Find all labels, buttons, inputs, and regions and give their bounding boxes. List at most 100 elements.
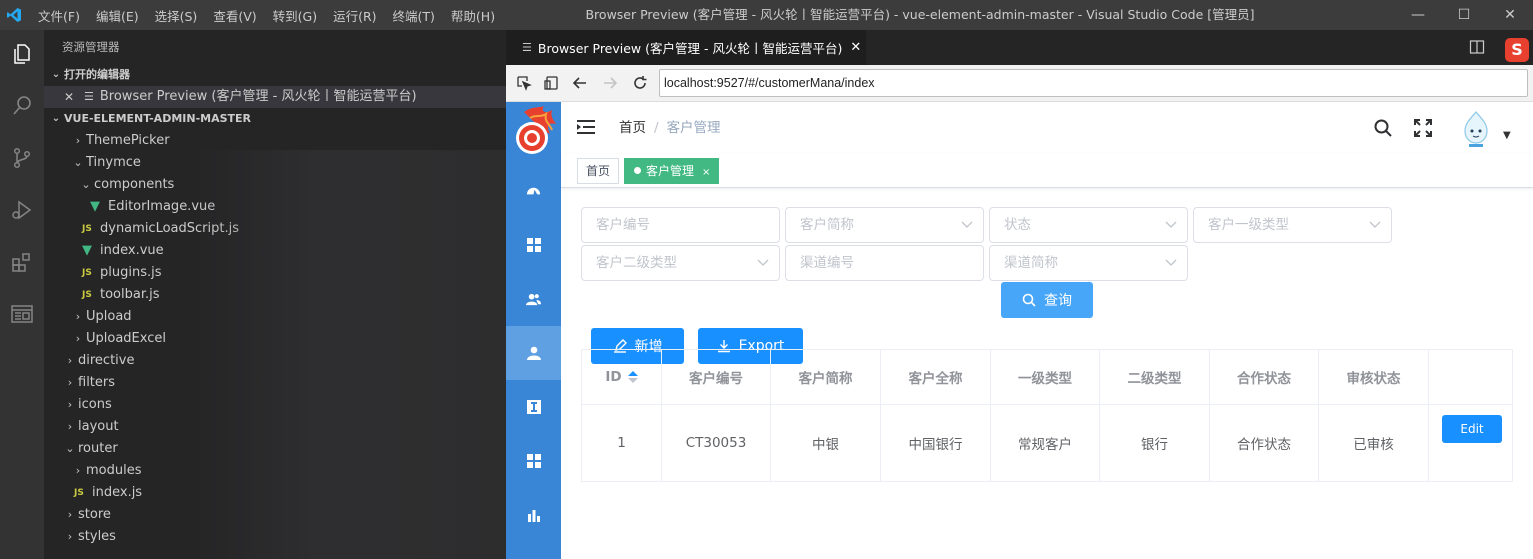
close-window-button[interactable]: ✕ — [1487, 0, 1533, 30]
device-emulation-icon[interactable] — [542, 73, 562, 93]
editor-tab-browser-preview[interactable]: ☰ Browser Preview (客户管理 - 风火轮丨智能运营平台) ✕ — [506, 30, 866, 65]
tree-item[interactable]: › UploadExcel — [44, 328, 506, 350]
tree-item-label: directive — [78, 353, 135, 368]
sort-icon[interactable] — [627, 371, 638, 383]
reload-icon[interactable] — [630, 73, 650, 93]
close-icon[interactable]: ✕ — [850, 40, 861, 55]
menu-help[interactable]: 帮助(H) — [443, 6, 503, 25]
tree-item[interactable]: › layout — [44, 416, 506, 438]
chevron-down-icon — [757, 259, 769, 266]
avatar[interactable] — [1459, 110, 1493, 148]
tree-item[interactable]: ⌄ Tinymce — [44, 152, 506, 174]
bar-chart-icon — [527, 510, 540, 522]
chevron-right-icon: › — [75, 310, 81, 323]
fenghuolun-logo-icon[interactable] — [510, 104, 558, 160]
run-debug-icon[interactable] — [6, 194, 38, 226]
type2-select[interactable]: 客户二级类型 — [581, 245, 780, 281]
tree-item[interactable]: JS plugins.js — [44, 262, 506, 284]
menu-go[interactable]: 转到(G) — [265, 6, 325, 25]
menu-terminal[interactable]: 终端(T) — [385, 6, 443, 25]
chevron-down-icon: ⌄ — [65, 442, 75, 455]
tree-item[interactable]: JS toolbar.js — [44, 284, 506, 306]
project-header[interactable]: ⌄ VUE-ELEMENT-ADMIN-MASTER — [44, 108, 506, 130]
status-select[interactable]: 状态 — [989, 207, 1188, 243]
search-icon[interactable] — [6, 90, 38, 122]
open-editors-header[interactable]: ⌄ 打开的编辑器 — [44, 64, 506, 86]
nav-modules[interactable] — [506, 434, 561, 488]
tree-item[interactable]: › modules — [44, 460, 506, 482]
tree-item[interactable]: ▼ EditorImage.vue — [44, 196, 506, 218]
tree-item[interactable]: › ThemePicker — [44, 130, 506, 152]
explorer-icon[interactable] — [6, 38, 38, 70]
nav-users-group[interactable] — [506, 272, 561, 326]
tree-item[interactable]: JS dynamicLoadScript.js — [44, 218, 506, 240]
tree-item[interactable]: ▼ index.vue — [44, 240, 506, 262]
js-file-icon: JS — [74, 488, 84, 498]
nav-customer-management[interactable] — [506, 326, 561, 380]
source-control-icon[interactable] — [6, 142, 38, 174]
tree-item[interactable]: › filters — [44, 372, 506, 394]
sogou-ime-icon[interactable]: S — [1505, 38, 1529, 62]
close-icon[interactable]: × — [702, 167, 710, 178]
tree-item[interactable]: › store — [44, 504, 506, 526]
people-icon — [526, 293, 541, 305]
chevron-down-icon: ⌄ — [73, 156, 83, 169]
caret-down-icon[interactable]: ▼ — [1503, 130, 1511, 141]
channel-code-input[interactable]: 渠道编号 — [785, 245, 984, 281]
vue-file-icon: ▼ — [82, 243, 92, 258]
active-dot-icon — [634, 167, 641, 174]
cell-customer-full: 中国银行 — [881, 405, 991, 481]
fullscreen-icon[interactable] — [1413, 118, 1433, 138]
minimize-button[interactable]: — — [1395, 0, 1441, 30]
tree-item[interactable]: ⌄ router — [44, 438, 506, 460]
forward-arrow-icon[interactable] — [600, 73, 620, 93]
tag-home[interactable]: 首页 — [577, 158, 620, 184]
cell-audit-status: 已审核 — [1319, 405, 1429, 481]
header-type1: 一级类型 — [991, 350, 1100, 404]
tree-item[interactable]: › directive — [44, 350, 506, 372]
breadcrumb-home[interactable]: 首页 — [619, 120, 646, 136]
address-bar[interactable]: localhost:9527/#/customerMana/index — [659, 69, 1528, 97]
extensions-icon[interactable] — [6, 246, 38, 278]
open-editor-item[interactable]: ✕ ☰ Browser Preview (客户管理 - 风火轮丨智能运营平台) — [44, 86, 506, 108]
tree-item[interactable]: › icons — [44, 394, 506, 416]
nav-dashboard[interactable] — [506, 164, 561, 218]
close-icon[interactable]: ✕ — [64, 86, 78, 108]
maximize-button[interactable]: ☐ — [1441, 0, 1487, 30]
editor-area: ☰ Browser Preview (客户管理 - 风火轮丨智能运营平台) ✕ … — [506, 30, 1533, 559]
inspect-element-icon[interactable] — [514, 73, 534, 93]
channel-short-select[interactable]: 渠道简称 — [989, 245, 1188, 281]
search-button-label: 查询 — [1044, 293, 1072, 309]
header-id[interactable]: ID — [582, 350, 662, 404]
header-customer-full: 客户全称 — [881, 350, 991, 404]
search-button[interactable]: 查询 — [1001, 282, 1093, 318]
menu-file[interactable]: 文件(F) — [30, 6, 88, 25]
table-row: 1 CT30053 中银 中国银行 常规客户 银行 合作状态 已审核 Edit — [582, 405, 1512, 481]
tree-item[interactable]: ⌄ components — [44, 174, 506, 196]
edit-button[interactable]: Edit — [1442, 415, 1502, 443]
menu-run[interactable]: 运行(R) — [325, 6, 384, 25]
search-icon[interactable] — [1373, 118, 1393, 138]
tag-customer-management[interactable]: 客户管理 × — [624, 158, 720, 184]
menu-selection[interactable]: 选择(S) — [147, 6, 206, 25]
tree-item[interactable]: › styles — [44, 526, 506, 548]
type1-select[interactable]: 客户一级类型 — [1193, 207, 1392, 243]
tree-item[interactable]: JS index.js — [44, 482, 506, 504]
nav-charts[interactable] — [506, 488, 561, 542]
customer-code-placeholder: 客户编号 — [596, 217, 650, 233]
menu-view[interactable]: 查看(V) — [205, 6, 264, 25]
back-arrow-icon[interactable] — [570, 73, 590, 93]
customer-code-input[interactable]: 客户编号 — [581, 207, 780, 243]
nav-info[interactable] — [506, 380, 561, 434]
nav-components[interactable] — [506, 218, 561, 272]
menu-edit[interactable]: 编辑(E) — [88, 6, 147, 25]
customer-short-select[interactable]: 客户简称 — [785, 207, 984, 243]
hamburger-menu-icon[interactable] — [577, 118, 595, 136]
chevron-right-icon: › — [67, 354, 73, 367]
tree-item[interactable]: › Upload — [44, 306, 506, 328]
open-editors-label: 打开的编辑器 — [64, 68, 130, 81]
search-icon — [1022, 293, 1036, 307]
tree-item-label: toolbar.js — [100, 287, 160, 302]
browser-preview-icon[interactable] — [6, 298, 38, 330]
split-editor-icon[interactable] — [1469, 39, 1485, 55]
